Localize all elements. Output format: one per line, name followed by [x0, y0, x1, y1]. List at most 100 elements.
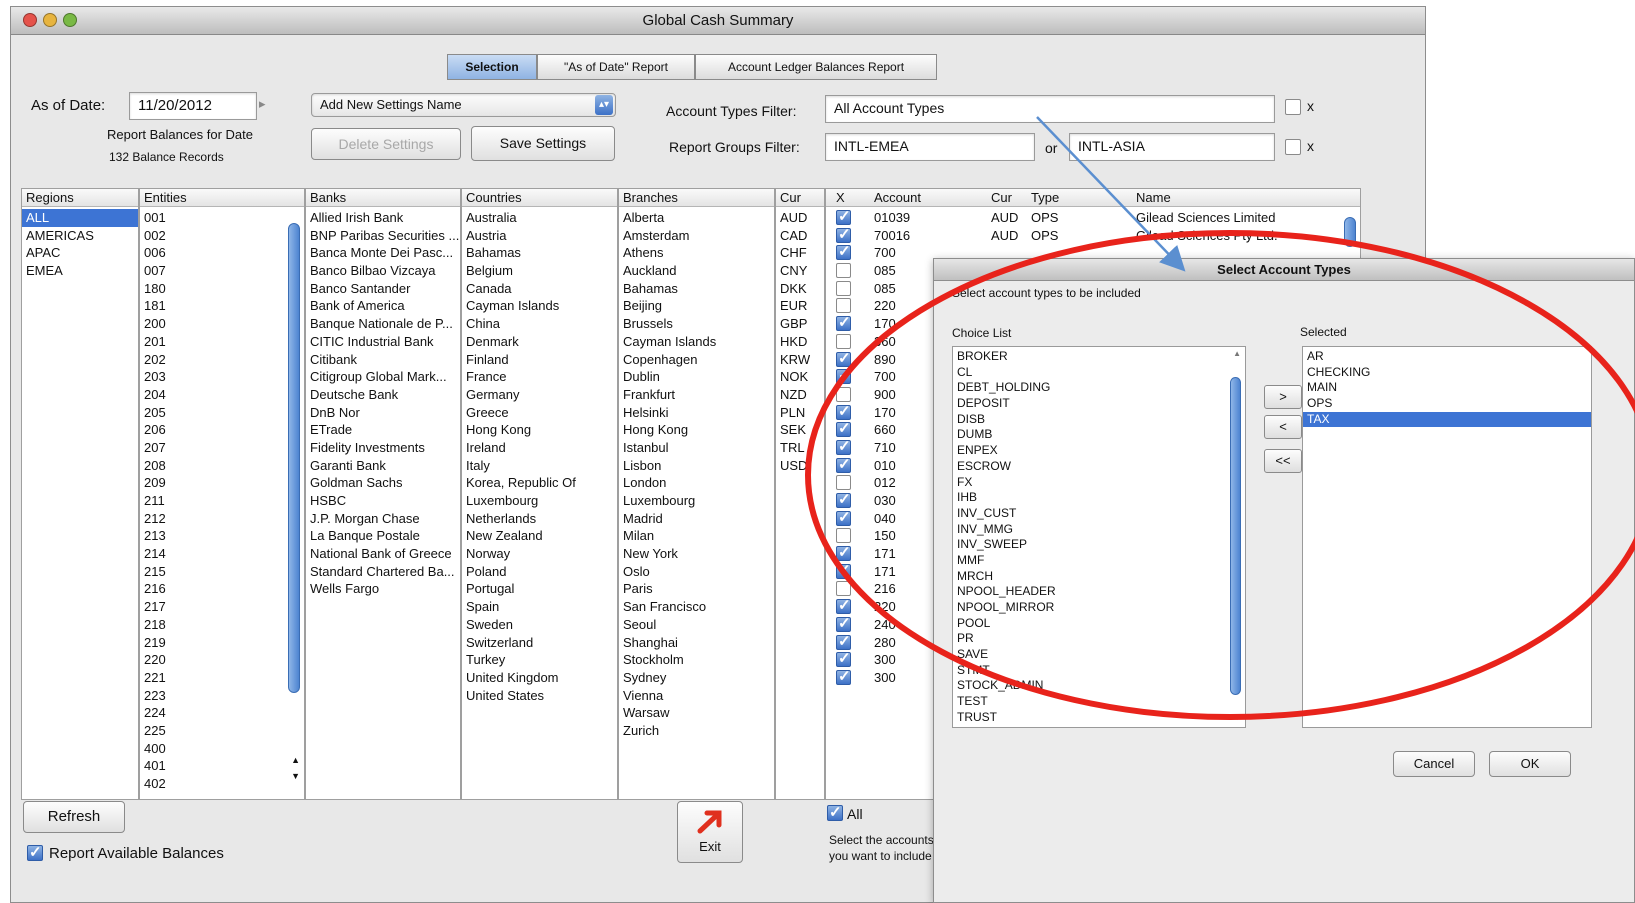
bank-item[interactable]: Citigroup Global Mark... [306, 368, 460, 386]
entity-item[interactable]: 225 [140, 722, 304, 740]
choice-item[interactable]: PR [953, 631, 1245, 647]
accounts-scrollbar[interactable] [1344, 217, 1356, 247]
bank-item[interactable]: Garanti Bank [306, 457, 460, 475]
entity-item[interactable]: 001 [140, 209, 304, 227]
currency-item[interactable]: GBP [776, 315, 824, 333]
currency-item[interactable]: EUR [776, 297, 824, 315]
country-item[interactable]: Sweden [462, 616, 617, 634]
bank-item[interactable]: Banque Nationale de P... [306, 315, 460, 333]
entity-item[interactable]: 219 [140, 634, 304, 652]
entity-item[interactable]: 209 [140, 474, 304, 492]
choice-item[interactable]: CL [953, 365, 1245, 381]
account-checkbox[interactable] [836, 315, 851, 332]
bank-item[interactable]: La Banque Postale [306, 527, 460, 545]
choice-item[interactable]: MRCH [953, 569, 1245, 585]
country-item[interactable]: Cayman Islands [462, 297, 617, 315]
branch-item[interactable]: Beijing [619, 297, 774, 315]
country-item[interactable]: United States [462, 687, 617, 705]
close-window-icon[interactable] [23, 13, 37, 27]
account-checkbox[interactable] [836, 368, 851, 385]
branch-item[interactable]: Brussels [619, 315, 774, 333]
entity-item[interactable]: 402 [140, 775, 304, 793]
selected-item[interactable]: CHECKING [1303, 365, 1591, 381]
selected-item[interactable]: MAIN [1303, 380, 1591, 396]
branch-item[interactable]: Frankfurt [619, 386, 774, 404]
choice-item[interactable]: STMT [953, 663, 1245, 679]
country-item[interactable]: Denmark [462, 333, 617, 351]
entity-item[interactable]: 212 [140, 510, 304, 528]
entity-item[interactable]: 218 [140, 616, 304, 634]
entity-item[interactable]: 006 [140, 244, 304, 262]
country-item[interactable]: Spain [462, 598, 617, 616]
choice-scroll-up-icon[interactable]: ▲ [1233, 349, 1241, 358]
currency-item[interactable]: HKD [776, 333, 824, 351]
country-item[interactable]: Ireland [462, 439, 617, 457]
branch-item[interactable]: Seoul [619, 616, 774, 634]
country-item[interactable]: Finland [462, 351, 617, 369]
country-item[interactable]: Turkey [462, 651, 617, 669]
bank-item[interactable]: HSBC [306, 492, 460, 510]
report-groups-filter-field-2[interactable]: INTL-ASIA [1069, 133, 1275, 161]
country-item[interactable]: France [462, 368, 617, 386]
branch-item[interactable]: Luxembourg [619, 492, 774, 510]
entity-item[interactable]: 002 [140, 227, 304, 245]
branch-item[interactable]: Vienna [619, 687, 774, 705]
move-left-button[interactable]: < [1264, 415, 1302, 439]
choice-item[interactable]: DUMB [953, 427, 1245, 443]
currency-item[interactable]: CNY [776, 262, 824, 280]
account-types-filter-field[interactable]: All Account Types [825, 95, 1275, 123]
entity-item[interactable]: 206 [140, 421, 304, 439]
country-item[interactable]: Netherlands [462, 510, 617, 528]
account-types-clear-checkbox[interactable] [1285, 99, 1301, 115]
report-available-balances-checkbox[interactable] [27, 843, 43, 861]
bank-item[interactable]: Banco Bilbao Vizcaya [306, 262, 460, 280]
choice-item[interactable]: ESCROW [953, 459, 1245, 475]
account-checkbox[interactable] [836, 333, 851, 349]
entity-item[interactable]: 214 [140, 545, 304, 563]
account-row[interactable]: 70016 AUD OPS Gilead Sciences Pty Ltd. [826, 227, 1360, 245]
cancel-button[interactable]: Cancel [1393, 751, 1475, 777]
country-item[interactable]: Portugal [462, 580, 617, 598]
tab-account-ledger-balances-report[interactable]: Account Ledger Balances Report [695, 54, 937, 80]
currency-item[interactable]: DKK [776, 280, 824, 298]
entity-item[interactable]: 221 [140, 669, 304, 687]
branch-item[interactable]: Alberta [619, 209, 774, 227]
entity-item[interactable]: 201 [140, 333, 304, 351]
country-item[interactable]: Korea, Republic Of [462, 474, 617, 492]
choice-item[interactable]: DISB [953, 412, 1245, 428]
region-item[interactable]: EMEA [22, 262, 138, 280]
bank-item[interactable]: Banca Monte Dei Pasc... [306, 244, 460, 262]
branch-item[interactable]: Auckland [619, 262, 774, 280]
branch-item[interactable]: Sydney [619, 669, 774, 687]
choice-item[interactable]: INV_CUST [953, 506, 1245, 522]
country-item[interactable]: New Zealand [462, 527, 617, 545]
branch-item[interactable]: Cayman Islands [619, 333, 774, 351]
choice-item[interactable]: TRUST [953, 710, 1245, 726]
entity-item[interactable]: 400 [140, 740, 304, 758]
choice-item[interactable]: POOL [953, 616, 1245, 632]
branch-item[interactable]: Hong Kong [619, 421, 774, 439]
account-checkbox[interactable] [836, 421, 851, 438]
scroll-up-icon[interactable]: ▲ [291, 755, 300, 765]
refresh-button[interactable]: Refresh [23, 801, 125, 833]
choice-item[interactable]: FX [953, 475, 1245, 491]
bank-item[interactable]: CITIC Industrial Bank [306, 333, 460, 351]
region-item[interactable]: AMERICAS [22, 227, 138, 245]
branches-list[interactable]: Branches Alberta Amsterdam Athens Auckland B… [618, 188, 775, 800]
countries-list[interactable]: Countries Australia Austria Bahamas Belgium… [461, 188, 618, 800]
all-accounts-checkbox[interactable] [827, 803, 843, 821]
selected-item[interactable]: AR [1303, 349, 1591, 365]
country-item[interactable]: Hong Kong [462, 421, 617, 439]
country-item[interactable]: Greece [462, 404, 617, 422]
account-checkbox[interactable] [836, 244, 851, 261]
country-item[interactable]: Australia [462, 209, 617, 227]
bank-item[interactable]: ETrade [306, 421, 460, 439]
branch-item[interactable]: London [619, 474, 774, 492]
account-checkbox[interactable] [836, 298, 851, 314]
branch-item[interactable]: New York [619, 545, 774, 563]
entities-scrollbar[interactable] [288, 223, 300, 693]
country-item[interactable]: China [462, 315, 617, 333]
bank-item[interactable]: DnB Nor [306, 404, 460, 422]
bank-item[interactable]: BNP Paribas Securities ... [306, 227, 460, 245]
currency-item[interactable]: KRW [776, 351, 824, 369]
